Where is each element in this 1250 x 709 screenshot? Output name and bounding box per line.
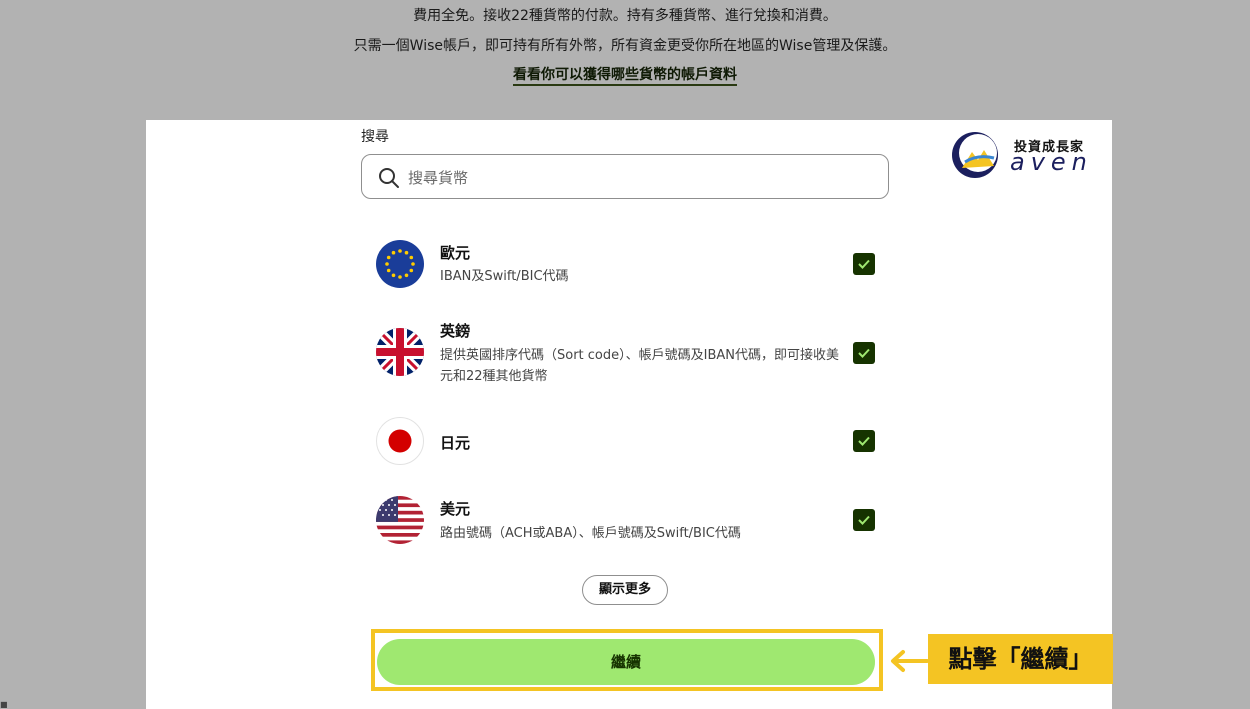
currency-description: IBAN及Swift/BIC代碼 bbox=[440, 269, 569, 284]
currency-description: 提供英國排序代碼（Sort code）、帳戶號碼及IBAN代碼，即可接收美元和2… bbox=[440, 348, 840, 384]
currency-row-eur[interactable]: 歐元 IBAN及Swift/BIC代碼 bbox=[376, 238, 876, 292]
search-placeholder: 搜尋貨幣 bbox=[408, 169, 469, 187]
uk-flag-icon bbox=[376, 328, 424, 376]
currency-description: 路由號碼（ACH或ABA）、帳戶號碼及Swift/BIC代碼 bbox=[440, 526, 741, 541]
checkmark-icon bbox=[858, 436, 870, 446]
checkmark-icon bbox=[858, 259, 870, 269]
continue-button[interactable]: 繼續 bbox=[377, 639, 875, 685]
japan-flag-icon bbox=[376, 417, 424, 465]
currency-selection-modal: 投資成長家 aven 搜尋 搜尋貨幣 歐元 IBAN及Swift/BIC代碼 英… bbox=[146, 120, 1112, 709]
logo-mountain-icon bbox=[952, 132, 998, 178]
currency-row-jpy[interactable]: 日元 bbox=[376, 416, 876, 468]
arrow-left-icon bbox=[891, 650, 929, 672]
show-more-button[interactable]: 顯示更多 bbox=[582, 575, 668, 605]
logo-wordmark: aven bbox=[1010, 148, 1093, 176]
currency-row-usd[interactable]: 美元 路由號碼（ACH或ABA）、帳戶號碼及Swift/BIC代碼 bbox=[376, 494, 876, 550]
search-label: 搜尋 bbox=[361, 129, 389, 145]
intro-line-1: 費用全免。接收22種貨幣的付款。持有多種貨幣、進行兌換和消費。 bbox=[413, 8, 837, 24]
currency-name: 美元 bbox=[440, 500, 471, 518]
currency-checkbox[interactable] bbox=[853, 430, 875, 452]
edge-mark: ■ bbox=[0, 700, 8, 709]
watermark-logo: 投資成長家 aven bbox=[950, 128, 1105, 184]
checkmark-icon bbox=[858, 515, 870, 525]
currency-details-link[interactable]: 看看你可以獲得哪些貨幣的帳戶資料 bbox=[513, 67, 737, 86]
currency-checkbox[interactable] bbox=[853, 253, 875, 275]
currency-details-link-wrap: 看看你可以獲得哪些貨幣的帳戶資料 bbox=[0, 64, 1250, 86]
intro-line-2: 只需一個Wise帳戶，即可持有所有外幣，所有資金更受你所在地區的Wise管理及保… bbox=[353, 38, 897, 54]
checkmark-icon bbox=[858, 348, 870, 358]
currency-name: 日元 bbox=[440, 434, 471, 452]
currency-checkbox[interactable] bbox=[853, 342, 875, 364]
instruction-callout: 點擊「繼續」 bbox=[928, 634, 1113, 684]
search-icon bbox=[379, 168, 399, 188]
us-flag-icon bbox=[376, 496, 424, 544]
search-input[interactable]: 搜尋貨幣 bbox=[361, 154, 889, 199]
currency-checkbox[interactable] bbox=[853, 509, 875, 531]
eu-flag-icon bbox=[376, 240, 424, 288]
currency-name: 歐元 bbox=[440, 244, 471, 262]
currency-row-gbp[interactable]: 英鎊 提供英國排序代碼（Sort code）、帳戶號碼及IBAN代碼，即可接收美… bbox=[376, 318, 876, 388]
currency-name: 英鎊 bbox=[440, 322, 471, 340]
